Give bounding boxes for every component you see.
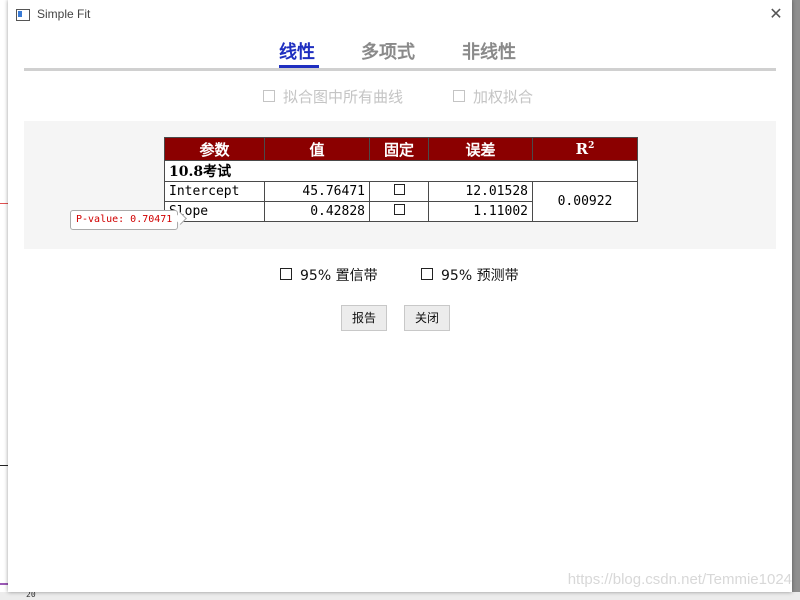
confidence-band-option[interactable]: 95% 置信带 [280, 265, 378, 285]
fit-parameters-table: 参数 值 固定 误差 R2 10.8考试 Intercept 45.76471 … [164, 137, 638, 222]
fit-type-tabs: 线性 多项式 非线性 [24, 38, 776, 72]
r-squared-label: R [575, 140, 589, 158]
weighted-fit-label: 加权拟合 [473, 88, 534, 106]
background-plot-line [0, 203, 8, 204]
checkbox-icon [393, 204, 405, 215]
option-weighted-fit[interactable]: 加权拟合 [453, 86, 533, 107]
tabs-divider [24, 68, 776, 71]
confidence-band-label: 95% 置信带 [300, 268, 378, 284]
header-parameter: 参数 [164, 137, 265, 161]
prediction-band-option[interactable]: 95% 预测带 [421, 265, 519, 285]
checkbox-icon [393, 184, 405, 195]
dataset-group-row: 10.8考试 [164, 160, 638, 182]
app-window-icon [16, 9, 30, 21]
title-bar: Simple Fit ✕ [8, 0, 792, 30]
fixed-checkbox-slope[interactable] [369, 201, 429, 222]
table-header-row: 参数 值 固定 误差 R2 [164, 137, 638, 161]
param-value-intercept: 45.76471 [264, 181, 370, 202]
param-name-intercept: Intercept [164, 181, 265, 202]
report-button[interactable]: 报告 [341, 305, 388, 331]
window-title: Simple Fit [37, 7, 91, 21]
header-r-squared: R2 [532, 137, 638, 161]
param-error-intercept: 12.01528 [428, 181, 533, 202]
background-plot-curve [0, 583, 8, 585]
prediction-band-checkbox[interactable] [421, 268, 433, 280]
confidence-band-checkbox[interactable] [280, 268, 292, 280]
background-axis-line [0, 465, 8, 466]
tab-nonlinear[interactable]: 非线性 [462, 38, 516, 64]
fit-all-curves-checkbox[interactable] [263, 89, 275, 102]
tab-linear[interactable]: 线性 [279, 38, 315, 64]
simple-fit-dialog: Simple Fit ✕ 线性 多项式 非线性 拟合图中所有曲线 加权拟合 参数… [8, 0, 792, 592]
weighted-fit-checkbox[interactable] [453, 89, 465, 102]
r-squared-value: 0.00922 [532, 181, 638, 222]
background-app-strip [0, 0, 8, 600]
param-value-slope: 0.42828 [264, 201, 370, 222]
header-error: 误差 [428, 137, 533, 161]
fit-all-curves-label: 拟合图中所有曲线 [283, 88, 404, 106]
table-row: Intercept 45.76471 12.01528 0.00922 [164, 181, 638, 222]
prediction-band-label: 95% 预测带 [441, 268, 519, 284]
fixed-checkbox-intercept[interactable] [369, 181, 429, 202]
param-error-slope: 1.11002 [428, 201, 533, 222]
tab-polynomial[interactable]: 多项式 [361, 38, 415, 64]
background-plot-area: 20 [0, 590, 800, 600]
header-fixed: 固定 [369, 137, 429, 161]
close-window-button[interactable]: ✕ [768, 6, 784, 22]
option-fit-all-curves[interactable]: 拟合图中所有曲线 [263, 86, 403, 107]
header-value: 值 [264, 137, 370, 161]
fit-results-panel: 参数 值 固定 误差 R2 10.8考试 Intercept 45.76471 … [24, 121, 776, 249]
p-value-tag: P-value: 0.70471 [70, 210, 179, 230]
dataset-name: 10.8考试 [164, 160, 638, 182]
close-button[interactable]: 关闭 [404, 305, 451, 331]
r-squared-superscript: 2 [588, 141, 595, 151]
watermark: https://blog.csdn.net/Temmie1024 [567, 571, 792, 588]
